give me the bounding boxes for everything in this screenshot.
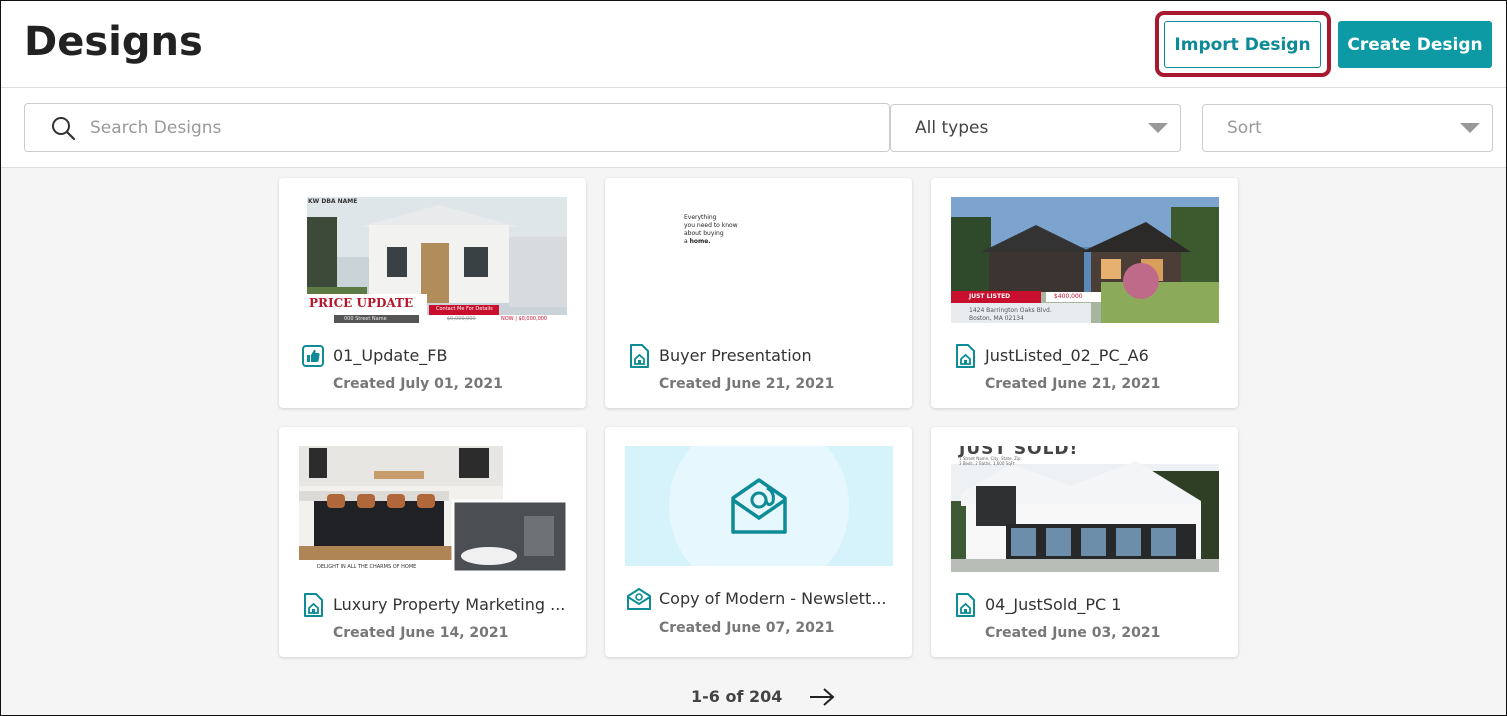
search-input[interactable] — [88, 116, 852, 139]
design-card[interactable]: JUST LISTED $400,000 1424 Barrington Oak… — [931, 178, 1238, 408]
type-filter-value: All types — [915, 118, 989, 138]
cover-line-3: about buying — [684, 230, 724, 237]
create-design-button[interactable]: Create Design — [1338, 21, 1492, 68]
search-icon — [52, 116, 76, 140]
contact-label: Contact Me For Details — [436, 306, 493, 312]
sort-value: Sort — [1227, 118, 1262, 138]
cover-line-1: Everything — [684, 214, 717, 221]
design-thumbnail[interactable]: JUST LISTED $400,000 1424 Barrington Oak… — [951, 197, 1219, 323]
just-listed-badge: JUST LISTED — [969, 293, 1011, 300]
newsletter-placeholder-image — [625, 446, 893, 566]
design-date: Created July 01, 2021 — [333, 376, 503, 392]
design-name[interactable]: Copy of Modern - Newslett... — [659, 589, 886, 608]
design-name[interactable]: JustListed_02_PC_A6 — [985, 346, 1149, 365]
cover-line-4: a home. — [684, 238, 738, 246]
filter-bar: All types Sort — [1, 88, 1506, 168]
design-card[interactable]: DELIGHT IN ALL THE CHARMS OF HOME Luxury… — [279, 427, 586, 657]
listing-price: $400,000 — [1054, 293, 1083, 300]
cover-line-2: you need to know — [684, 222, 738, 229]
house-photo-image — [951, 197, 1219, 323]
design-name[interactable]: 01_Update_FB — [333, 346, 447, 365]
thumbs-up-icon — [302, 345, 324, 367]
design-card[interactable]: Copy of Modern - Newslett... Created Jun… — [605, 427, 912, 657]
page-header: Designs Import Design Create Design — [1, 1, 1506, 88]
document-house-icon — [304, 593, 323, 617]
arrow-right-icon[interactable] — [807, 685, 837, 709]
luxury-caption: DELIGHT IN ALL THE CHARMS OF HOME — [317, 564, 417, 570]
street-label: 000 Street Name — [344, 316, 387, 322]
design-date: Created June 07, 2021 — [659, 620, 835, 636]
old-price-label: $0,000,000 — [447, 316, 476, 322]
page-title: Designs — [24, 19, 203, 65]
listing-address-line2: Boston, MA 02134 — [969, 315, 1024, 322]
document-house-icon — [630, 344, 649, 368]
search-box[interactable] — [24, 103, 890, 152]
design-thumbnail[interactable]: Everything you need to know about buying… — [625, 197, 893, 323]
design-date: Created June 21, 2021 — [659, 376, 835, 392]
design-date: Created June 14, 2021 — [333, 625, 509, 641]
design-card[interactable]: JUST SOLD! 1 Street Name, City, State, Z… — [931, 427, 1238, 657]
presentation-cover-text: Everything you need to know about buying… — [684, 214, 738, 246]
app-frame: Designs Import Design Create Design All … — [0, 0, 1507, 716]
document-house-icon — [956, 593, 975, 617]
listing-address-line1: 1424 Barrington Oaks Blvd. — [969, 307, 1052, 314]
design-name[interactable]: 04_JustSold_PC 1 — [985, 595, 1121, 614]
sort-select[interactable]: Sort — [1202, 104, 1493, 152]
document-house-icon — [956, 344, 975, 368]
email-icon — [627, 588, 651, 610]
design-card[interactable]: Everything you need to know about buying… — [605, 178, 912, 408]
price-update-banner: PRICE UPDATE — [309, 296, 414, 310]
type-filter-select[interactable]: All types — [890, 104, 1181, 152]
design-name[interactable]: Buyer Presentation — [659, 346, 812, 365]
kitchen-photo-image — [299, 446, 567, 572]
design-thumbnail[interactable]: KW DBA NAME PRICE UPDATE Contact Me For … — [299, 197, 567, 323]
brand-label: KW DBA NAME — [308, 198, 358, 205]
design-date: Created June 21, 2021 — [985, 376, 1161, 392]
pagination-label: 1-6 of 204 — [691, 687, 783, 706]
new-price-label: NOW | $0,000,000 — [501, 316, 548, 322]
chevron-down-icon — [1460, 123, 1480, 133]
import-design-button[interactable]: Import Design — [1164, 21, 1321, 68]
design-thumbnail[interactable] — [625, 446, 893, 566]
design-date: Created June 03, 2021 — [985, 625, 1161, 641]
chevron-down-icon — [1148, 123, 1168, 133]
design-thumbnail[interactable]: DELIGHT IN ALL THE CHARMS OF HOME — [299, 446, 567, 572]
sold-sub-line2: 3 Beds, 2 Baths, 1,600 SqFt — [959, 461, 1015, 466]
design-card[interactable]: KW DBA NAME PRICE UPDATE Contact Me For … — [279, 178, 586, 408]
design-thumbnail[interactable]: JUST SOLD! 1 Street Name, City, State, Z… — [951, 446, 1219, 572]
cover-line-4-bold: home. — [689, 238, 711, 245]
design-name[interactable]: Luxury Property Marketing ... — [333, 595, 565, 614]
